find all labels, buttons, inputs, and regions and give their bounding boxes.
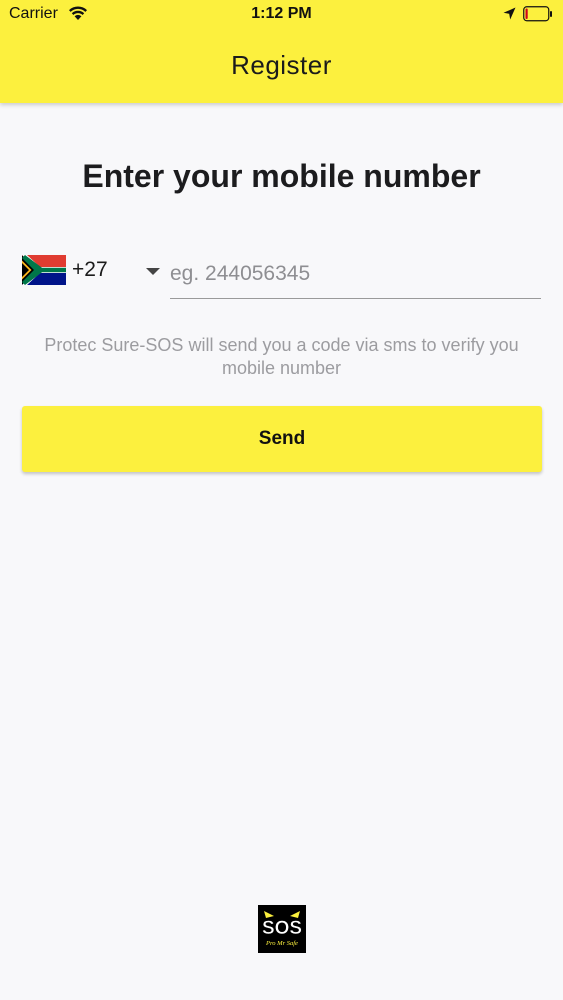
dropdown-arrow-icon[interactable] [146,268,160,275]
status-time: 1:12 PM [251,5,312,22]
logo-wordmark: SOS [262,918,302,939]
send-button[interactable]: Send [22,406,542,472]
phone-number-input[interactable] [170,250,541,299]
country-dial-code[interactable]: +27 [72,258,108,282]
page-title: Register [231,50,332,80]
status-bar: Carrier 1:12 PM [0,0,563,30]
sms-info-text: Protec Sure-SOS will send you a code via… [44,335,519,378]
logo-tagline: Pro Mr Safe [265,940,298,947]
mobile-number-heading: Enter your mobile number [82,158,481,194]
app-header: Carrier 1:12 PM Register [0,0,563,103]
battery-icon [523,6,552,22]
register-screen: Carrier 1:12 PM Register Enter your mobi… [0,0,563,1000]
south-africa-flag-icon[interactable] [22,255,66,285]
sos-logo: SOS Pro Mr Safe [258,905,306,953]
location-arrow-icon [503,7,516,20]
